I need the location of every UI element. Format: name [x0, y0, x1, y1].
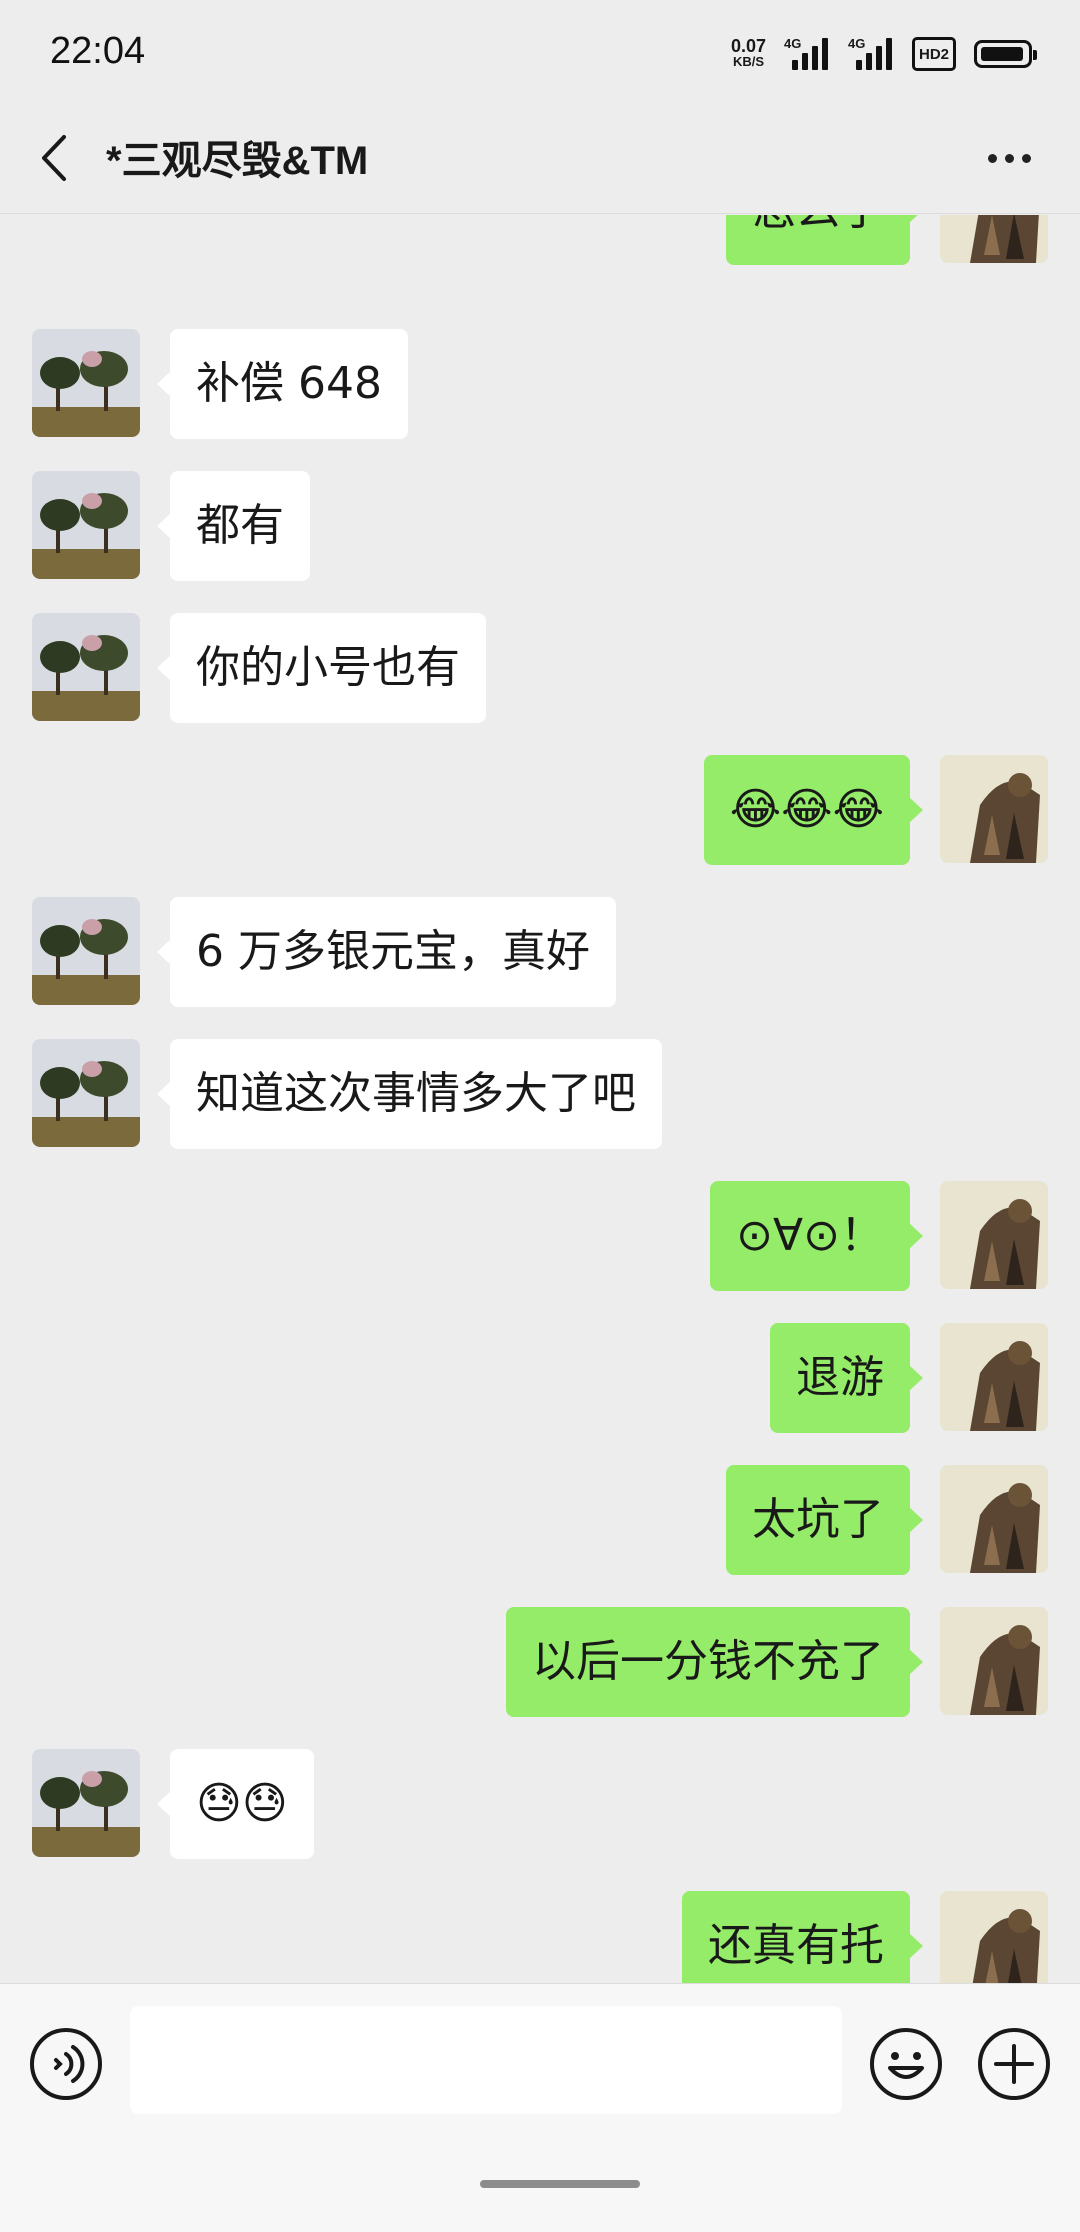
- message-list[interactable]: 怎么了补偿 648 都有你的小号也有 😂😂😂 6 万多银元宝，真好知道这次事情多大了吧…: [0, 215, 1080, 1983]
- battery-icon: [974, 40, 1037, 68]
- status-time: 22:04: [50, 30, 146, 72]
- home-indicator[interactable]: [480, 2180, 640, 2188]
- chevron-left-icon: [42, 135, 66, 181]
- chat-title: *三观尽毁&TM: [106, 139, 369, 183]
- more-button[interactable]: [974, 136, 1044, 180]
- message-row: 知道这次事情多大了吧: [0, 1039, 1080, 1151]
- status-bar: 22:04 0.07 KB/S 4G 4G HD2: [0, 0, 1080, 108]
- contact-avatar[interactable]: [32, 471, 140, 579]
- message-bubble[interactable]: 以后一分钱不充了: [506, 1607, 923, 1717]
- message-bubble[interactable]: ⊙∀⊙！: [710, 1181, 923, 1291]
- emoji-icon: [870, 2028, 942, 2100]
- message-bubble[interactable]: 😂😂😂: [703, 755, 924, 865]
- message-row: 都有: [0, 471, 1080, 583]
- my-avatar[interactable]: [940, 1323, 1048, 1431]
- my-avatar[interactable]: [940, 755, 1048, 863]
- my-avatar[interactable]: [940, 215, 1048, 263]
- network-speed-value: 0.07: [730, 36, 766, 56]
- my-avatar[interactable]: [940, 1465, 1048, 1573]
- message-bubble[interactable]: 知道这次事情多大了吧: [157, 1039, 662, 1149]
- message-row: 😓😓: [0, 1749, 1080, 1861]
- contact-avatar[interactable]: [32, 613, 140, 721]
- back-button[interactable]: [30, 128, 80, 188]
- emoji-button[interactable]: [868, 2026, 944, 2102]
- signal-label: 4G: [848, 36, 866, 51]
- voice-button[interactable]: [28, 2026, 104, 2102]
- message-row: 你的小号也有: [0, 613, 1080, 725]
- more-functions-button[interactable]: [976, 2026, 1052, 2102]
- signal-label: 4G: [784, 36, 802, 51]
- network-speed-unit: KB/S: [732, 54, 764, 69]
- voice-icon: [30, 2028, 102, 2100]
- my-avatar[interactable]: [940, 1181, 1048, 1289]
- message-row: 太坑了: [0, 1465, 1080, 1577]
- contact-avatar[interactable]: [32, 329, 140, 437]
- message-row: 以后一分钱不充了: [0, 1607, 1080, 1719]
- message-bubble[interactable]: 你的小号也有: [157, 613, 486, 723]
- message-row: 补偿 648: [0, 329, 1080, 441]
- message-bubble[interactable]: 补偿 648: [157, 329, 408, 439]
- message-bubble[interactable]: 都有: [157, 471, 310, 581]
- message-row: 退游: [0, 1323, 1080, 1435]
- plus-icon: [978, 2028, 1050, 2100]
- my-avatar[interactable]: [940, 1607, 1048, 1715]
- message-row: ⊙∀⊙！: [0, 1181, 1080, 1293]
- status-icons: 0.07 KB/S 4G 4G HD2: [730, 34, 1037, 74]
- message-row: 怎么了: [0, 215, 1080, 267]
- message-row: 6 万多银元宝，真好: [0, 897, 1080, 1009]
- more-horizontal-icon: [987, 153, 997, 163]
- message-bubble[interactable]: 退游: [770, 1323, 923, 1433]
- contact-avatar[interactable]: [32, 1039, 140, 1147]
- message-bubble[interactable]: 还真有托: [682, 1891, 923, 1983]
- contact-avatar[interactable]: [32, 897, 140, 1005]
- network-speed: 0.07 KB/S: [730, 36, 766, 70]
- contact-avatar[interactable]: [32, 1749, 140, 1857]
- message-bubble[interactable]: 6 万多银元宝，真好: [157, 897, 616, 1007]
- signal-icon: 4G: [784, 36, 830, 72]
- message-bubble[interactable]: 😓😓: [157, 1749, 314, 1859]
- message-bubble[interactable]: 太坑了: [726, 1465, 923, 1575]
- message-input[interactable]: [130, 2006, 842, 2114]
- hd-voice-icon: HD2: [912, 37, 956, 71]
- message-row: 还真有托: [0, 1891, 1080, 1983]
- input-bar: [0, 1983, 1080, 2232]
- message-bubble[interactable]: 怎么了: [726, 215, 923, 265]
- signal-icon: 4G: [848, 36, 894, 72]
- message-row: 😂😂😂: [0, 755, 1080, 867]
- my-avatar[interactable]: [940, 1891, 1048, 1983]
- chat-header: *三观尽毁&TM: [0, 108, 1080, 214]
